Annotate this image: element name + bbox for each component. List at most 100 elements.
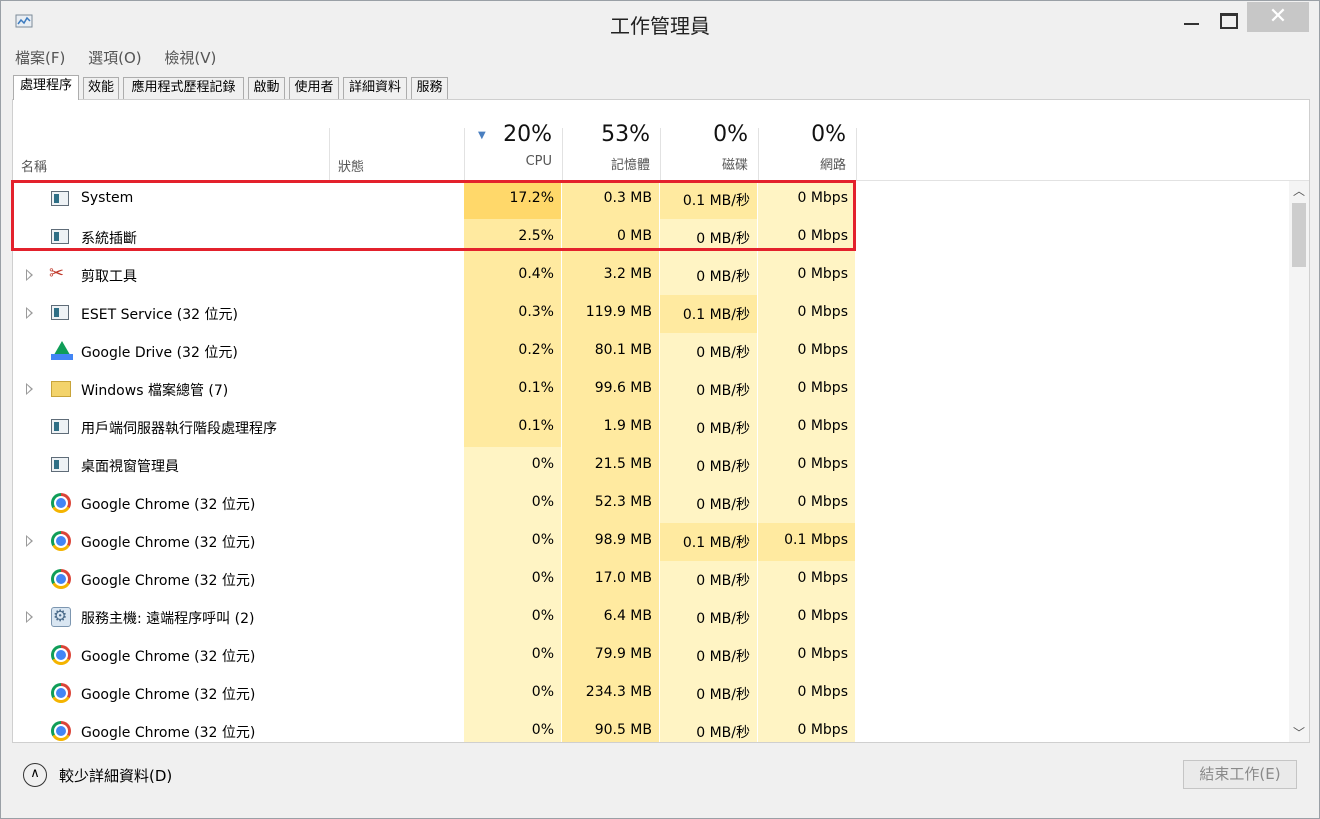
cpu-total: 20% <box>503 122 552 147</box>
column-network[interactable]: 0% 網路 <box>750 122 846 173</box>
gear-icon <box>51 606 71 627</box>
chrome-icon <box>51 569 71 589</box>
memory-value: 79.9 MB <box>594 646 652 662</box>
tab-performance[interactable]: 效能 <box>83 77 119 99</box>
process-name: 用戶端伺服器執行階段處理程序 <box>81 421 277 437</box>
memory-total: 53% <box>601 122 650 147</box>
chrome-icon <box>51 645 71 665</box>
minimize-icon <box>1184 23 1199 25</box>
memory-label: 記憶體 <box>610 158 650 173</box>
disk-value: 0.1 MB/秒 <box>682 535 750 551</box>
vertical-scrollbar[interactable]: ︿ ﹀ <box>1289 181 1309 742</box>
process-row[interactable]: Google Chrome (32 位元) 0% 52.3 MB 0 MB/秒 0 Mb… <box>13 485 1289 523</box>
maximize-icon <box>1220 13 1238 29</box>
process-row[interactable]: Google Chrome (32 位元) 0% 90.5 MB 0 MB/秒 0 Mb… <box>13 713 1289 742</box>
folder-icon <box>51 381 71 397</box>
cpu-value: 0% <box>531 494 554 510</box>
memory-value: 99.6 MB <box>594 380 652 396</box>
disk-value: 0 MB/秒 <box>696 649 750 665</box>
expand-chevron-icon[interactable] <box>26 611 33 623</box>
column-name[interactable]: 名稱 <box>21 156 47 175</box>
process-row[interactable]: 桌面視窗管理員 0% 21.5 MB 0 MB/秒 0 Mbps <box>13 447 1289 485</box>
column-status[interactable]: 狀態 <box>338 156 364 175</box>
column-cpu[interactable]: 20% CPU <box>456 122 552 169</box>
process-row[interactable]: Google Chrome (32 位元) 0% 98.9 MB 0.1 MB/秒 0.… <box>13 523 1289 561</box>
app-window-icon <box>51 419 69 434</box>
menu-options[interactable]: 選項(O) <box>86 44 144 71</box>
tab-app-history[interactable]: 應用程式歷程記錄 <box>123 77 244 99</box>
disk-value: 0 MB/秒 <box>696 269 750 285</box>
minimize-button[interactable] <box>1173 3 1209 33</box>
fewer-details-link[interactable]: 較少詳細資料(D) <box>59 765 172 786</box>
end-task-button[interactable]: 結束工作(E) <box>1183 760 1297 789</box>
fewer-details-icon[interactable]: ∧ <box>23 763 47 787</box>
network-value: 0 Mbps <box>797 684 848 700</box>
tab-processes[interactable]: 處理程序 <box>13 75 79 100</box>
disk-value: 0 MB/秒 <box>696 459 750 475</box>
tab-startup[interactable]: 啟動 <box>248 77 285 99</box>
process-row[interactable]: 服務主機: 遠端程序呼叫 (2) 0% 6.4 MB 0 MB/秒 0 Mbps <box>13 599 1289 637</box>
disk-label: 磁碟 <box>721 158 748 173</box>
close-button[interactable]: ✕ <box>1247 2 1309 32</box>
highlight-frame <box>11 180 856 251</box>
menu-view[interactable]: 檢視(V) <box>162 44 218 71</box>
tab-users[interactable]: 使用者 <box>289 77 339 99</box>
memory-value: 80.1 MB <box>594 342 652 358</box>
chrome-icon <box>51 721 71 741</box>
disk-value: 0 MB/秒 <box>696 573 750 589</box>
cpu-value: 0.4% <box>518 266 554 282</box>
app-window-icon <box>51 457 69 472</box>
scroll-down-icon[interactable]: ﹀ <box>1289 723 1309 742</box>
process-row[interactable]: Google Drive (32 位元) 0.2% 80.1 MB 0 MB/秒 0 M… <box>13 333 1289 371</box>
scroll-up-icon[interactable]: ︿ <box>1289 181 1309 201</box>
process-row[interactable]: ✂ 剪取工具 0.4% 3.2 MB 0 MB/秒 0 Mbps <box>13 257 1289 295</box>
cpu-value: 0% <box>531 570 554 586</box>
expand-chevron-icon[interactable] <box>26 269 33 281</box>
process-row[interactable]: Google Chrome (32 位元) 0% 79.9 MB 0 MB/秒 0 Mb… <box>13 637 1289 675</box>
memory-value: 6.4 MB <box>603 608 652 624</box>
memory-value: 119.9 MB <box>585 304 652 320</box>
cpu-value: 0% <box>531 532 554 548</box>
disk-value: 0 MB/秒 <box>696 345 750 361</box>
cpu-value: 0.2% <box>518 342 554 358</box>
network-label: 網路 <box>819 158 846 173</box>
chrome-icon <box>51 683 71 703</box>
disk-value: 0 MB/秒 <box>696 611 750 627</box>
scroll-thumb[interactable] <box>1292 203 1306 267</box>
process-row[interactable]: Google Chrome (32 位元) 0% 234.3 MB 0 MB/秒 0 M… <box>13 675 1289 713</box>
column-disk[interactable]: 0% 磁碟 <box>652 122 748 173</box>
disk-value: 0 MB/秒 <box>696 383 750 399</box>
memory-value: 17.0 MB <box>594 570 652 586</box>
menu-bar: 檔案(F) 選項(O) 檢視(V) <box>13 44 232 70</box>
network-value: 0 Mbps <box>797 608 848 624</box>
tab-details[interactable]: 詳細資料 <box>343 77 407 99</box>
scissors-icon: ✂ <box>49 263 65 284</box>
close-icon: ✕ <box>1268 4 1288 29</box>
memory-value: 90.5 MB <box>594 722 652 738</box>
title-bar: 工作管理員 ✕ <box>1 1 1319 43</box>
disk-value: 0.1 MB/秒 <box>682 307 750 323</box>
expand-chevron-icon[interactable] <box>26 383 33 395</box>
network-value: 0 Mbps <box>797 342 848 358</box>
column-memory[interactable]: 53% 記憶體 <box>554 122 650 173</box>
network-value: 0 Mbps <box>797 456 848 472</box>
chrome-icon <box>51 493 71 513</box>
expand-chevron-icon[interactable] <box>26 535 33 547</box>
cpu-value: 0.3% <box>518 304 554 320</box>
process-row[interactable]: Google Chrome (32 位元) 0% 17.0 MB 0 MB/秒 0 Mb… <box>13 561 1289 599</box>
memory-value: 1.9 MB <box>603 418 652 434</box>
menu-file[interactable]: 檔案(F) <box>13 44 67 71</box>
disk-value: 0 MB/秒 <box>696 421 750 437</box>
process-name: 服務主機: 遠端程序呼叫 (2) <box>81 611 255 627</box>
process-row[interactable]: 用戶端伺服器執行階段處理程序 0.1% 1.9 MB 0 MB/秒 0 Mbps <box>13 409 1289 447</box>
google-drive-icon <box>51 341 73 360</box>
tab-services[interactable]: 服務 <box>411 77 448 99</box>
column-divider <box>856 128 857 180</box>
expand-chevron-icon[interactable] <box>26 307 33 319</box>
process-name: 桌面視窗管理員 <box>81 459 179 475</box>
maximize-button[interactable] <box>1209 3 1247 33</box>
process-row[interactable]: ESET Service (32 位元) 0.3% 119.9 MB 0.1 MB/秒… <box>13 295 1289 333</box>
disk-total: 0% <box>713 122 748 147</box>
network-total: 0% <box>811 122 846 147</box>
process-row[interactable]: Windows 檔案總管 (7) 0.1% 99.6 MB 0 MB/秒 0 Mbps <box>13 371 1289 409</box>
